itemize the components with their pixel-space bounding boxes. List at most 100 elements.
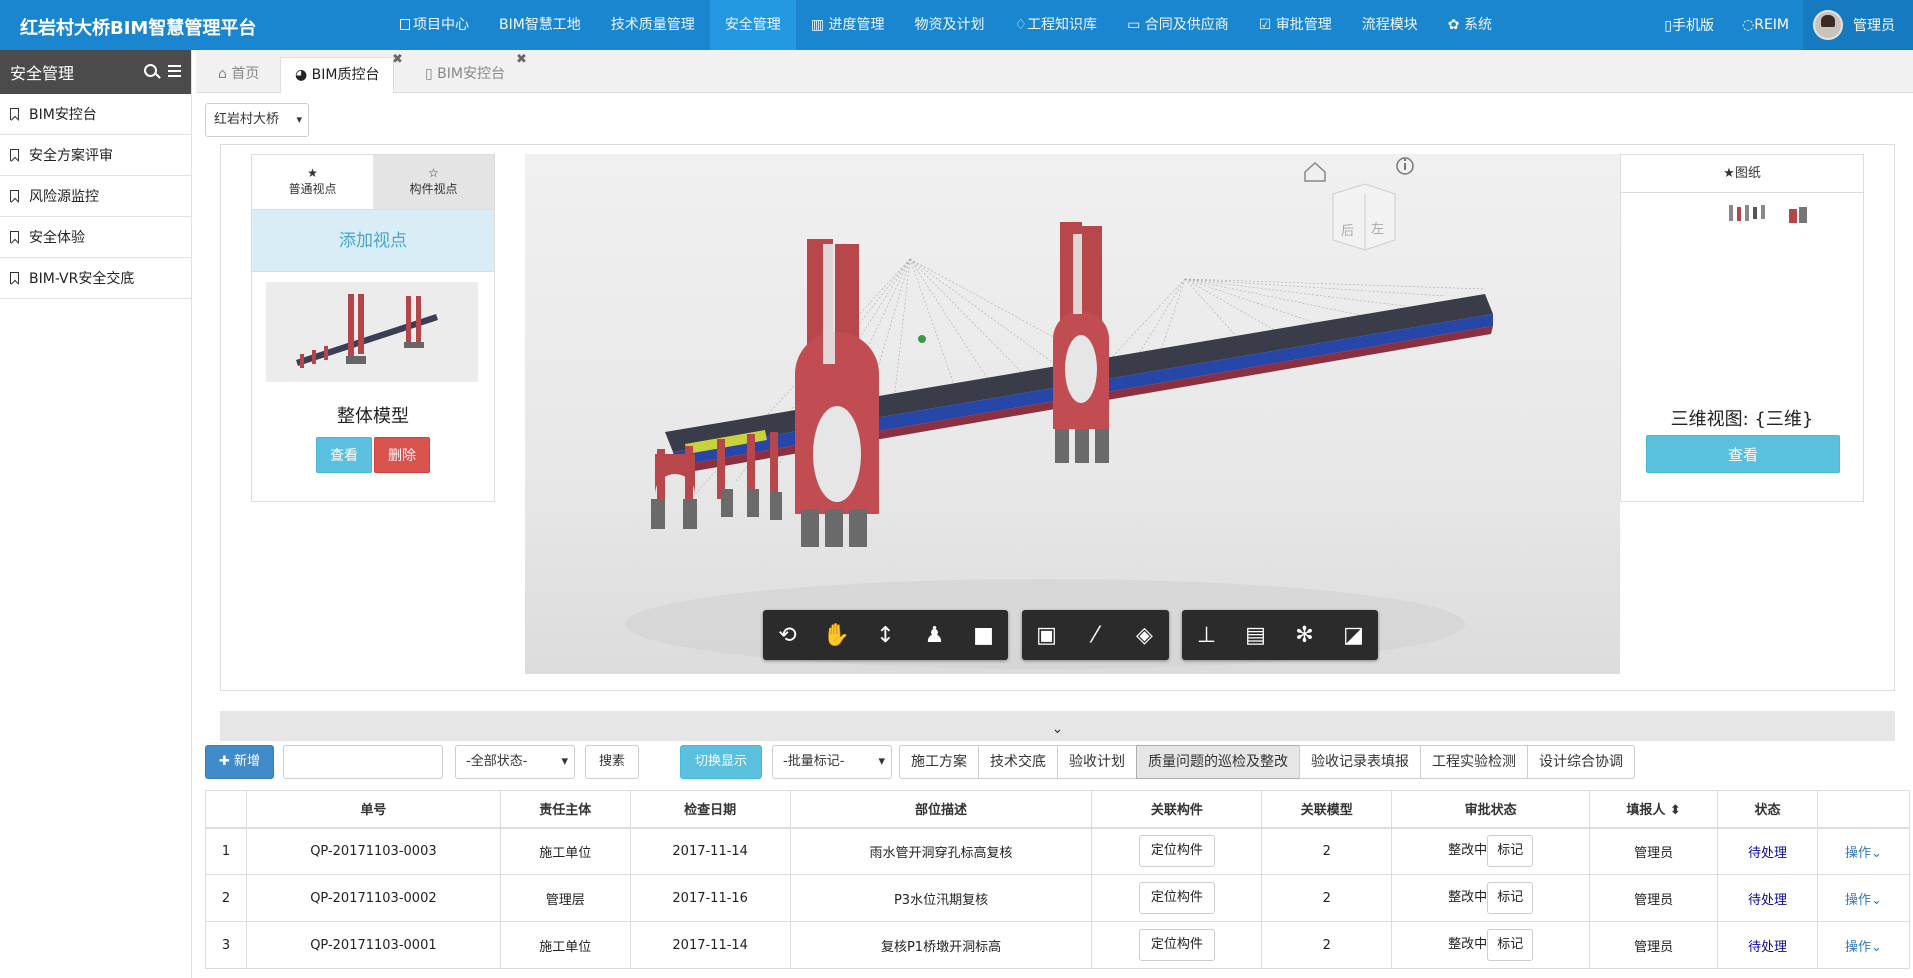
top-right-menu: ▯手机版 ◌REIM 管理员 bbox=[1650, 0, 1913, 50]
tab-home[interactable]: ⌂ 首页 bbox=[204, 57, 273, 93]
view-cube[interactable] bbox=[1332, 183, 1396, 251]
section-box-icon[interactable]: ▣ bbox=[1022, 610, 1071, 660]
switch-display-button[interactable]: 切换显示 bbox=[680, 745, 762, 779]
locate-component-button[interactable]: 定位构件 bbox=[1138, 882, 1215, 914]
row-index: 3 bbox=[205, 921, 247, 969]
explode-cube-icon[interactable]: ◈ bbox=[1120, 610, 1169, 660]
model-tree-icon[interactable]: ⊥ bbox=[1182, 610, 1231, 660]
add-viewpoint-button[interactable]: 添加视点 bbox=[252, 210, 494, 272]
col-header-reporter[interactable]: 填报人 ⬍ bbox=[1589, 790, 1719, 829]
collapse-toggle[interactable]: ⌄ bbox=[220, 711, 1895, 741]
bulb-icon: ♢ bbox=[1014, 17, 1028, 33]
sidebar-item-bim-vr[interactable]: BIM-VR安全交底 bbox=[0, 258, 191, 299]
nav-item-contracts[interactable]: ▭ 合同及供应商 bbox=[1112, 0, 1244, 50]
mobile-link[interactable]: ▯手机版 bbox=[1650, 15, 1728, 35]
nav-item-progress[interactable]: ▥ 进度管理 bbox=[796, 0, 900, 50]
nav-item-workflow[interactable]: 流程模块 bbox=[1347, 0, 1433, 50]
top-navbar: 红岩村大桥BIM智慧管理平台 项目中心 BIM智慧工地 技术质量管理 安全管理 … bbox=[0, 0, 1913, 50]
reim-link[interactable]: ◌REIM bbox=[1728, 17, 1803, 33]
filter-construction-plan[interactable]: 施工方案 bbox=[899, 745, 979, 779]
menu-icon[interactable] bbox=[168, 65, 181, 77]
settings-gear-icon[interactable]: ✻ bbox=[1280, 610, 1329, 660]
search-icon[interactable] bbox=[144, 64, 157, 77]
row-component-cell: 定位构件 bbox=[1091, 874, 1263, 922]
filter-tech-briefing[interactable]: 技术交底 bbox=[978, 745, 1058, 779]
filter-acceptance-records[interactable]: 验收记录表填报 bbox=[1299, 745, 1421, 779]
actions-dropdown[interactable]: 操作⌄ bbox=[1845, 940, 1882, 955]
sidebar-item-risk-monitor[interactable]: 风险源监控 bbox=[0, 176, 191, 217]
nav-item-materials[interactable]: 物资及计划 bbox=[900, 0, 1000, 50]
filter-lab-testing[interactable]: 工程实验检测 bbox=[1420, 745, 1528, 779]
table-row: 3 QP-20171103-0001 施工单位 2017-11-14 复核P1桥… bbox=[205, 921, 1911, 969]
home-icon[interactable] bbox=[1304, 161, 1326, 182]
drawings-card: ★图纸 三维视图: {三维} 查看 bbox=[1620, 154, 1864, 502]
add-button-label: 新增 bbox=[234, 754, 261, 769]
status-link[interactable]: 待处理 bbox=[1748, 940, 1787, 955]
view-viewpoint-button[interactable]: 查看 bbox=[316, 437, 372, 473]
camera-icon[interactable]: ■ bbox=[959, 610, 1008, 660]
fullscreen-icon[interactable]: ◪ bbox=[1329, 610, 1378, 660]
locate-component-button[interactable]: 定位构件 bbox=[1138, 835, 1215, 868]
nav-item-bim-site[interactable]: BIM智慧工地 bbox=[484, 0, 596, 50]
user-name: 管理员 bbox=[1853, 18, 1895, 34]
mark-button[interactable]: 标记 bbox=[1487, 882, 1534, 914]
mark-button[interactable]: 标记 bbox=[1487, 929, 1534, 961]
user-menu[interactable]: 管理员 bbox=[1803, 0, 1913, 50]
bookmark-icon bbox=[10, 272, 19, 284]
sidebar-item-bim-safety-console[interactable]: BIM安控台 bbox=[0, 94, 191, 135]
actions-dropdown[interactable]: 操作⌄ bbox=[1845, 846, 1882, 861]
row-date: 2017-11-16 bbox=[629, 874, 791, 922]
close-icon[interactable]: ✖ bbox=[392, 52, 403, 67]
tab-normal-viewpoint[interactable]: ★ 普通视点 bbox=[252, 155, 373, 209]
tab-bim-quality-console[interactable]: ◕ BIM质控台 bbox=[280, 57, 395, 93]
view-drawing-button[interactable]: 查看 bbox=[1646, 435, 1840, 473]
search-button[interactable]: 搜素 bbox=[585, 745, 639, 779]
row-party: 施工单位 bbox=[499, 827, 631, 875]
ruler-icon[interactable]: ⁄ bbox=[1071, 610, 1120, 660]
sidebar-item-safety-review[interactable]: 安全方案评审 bbox=[0, 135, 191, 176]
info-icon[interactable] bbox=[1396, 157, 1414, 175]
inspection-table: 单号 责任主体 检查日期 部位描述 关联构件 关联模型 审批状态 填报人 ⬍ 状… bbox=[205, 790, 1911, 969]
close-icon[interactable]: ✖ bbox=[516, 52, 527, 67]
batch-mark-select[interactable]: -批量标记- ▾ bbox=[772, 745, 892, 779]
tab-component-viewpoint[interactable]: ☆ 构件视点 bbox=[373, 155, 494, 209]
nav-item-tech-quality[interactable]: 技术质量管理 bbox=[596, 0, 710, 50]
pan-hand-icon[interactable]: ✋ bbox=[812, 610, 861, 660]
bim-3d-viewer[interactable]: 后 左 bbox=[525, 154, 1620, 674]
status-link[interactable]: 待处理 bbox=[1748, 893, 1787, 908]
actions-dropdown[interactable]: 操作⌄ bbox=[1845, 893, 1882, 908]
batch-select-value: -批量标记- bbox=[783, 754, 845, 769]
zoom-updown-icon[interactable]: ↕ bbox=[861, 610, 910, 660]
status-link[interactable]: 待处理 bbox=[1748, 846, 1787, 861]
chevron-down-icon: ⌄ bbox=[1871, 845, 1882, 861]
nav-item-system[interactable]: ✿ 系统 bbox=[1433, 0, 1507, 50]
properties-icon[interactable]: ▤ bbox=[1231, 610, 1280, 660]
col-header-party: 责任主体 bbox=[499, 790, 631, 829]
tab-bim-safety-console[interactable]: ▯ BIM安控台 bbox=[411, 57, 519, 93]
project-select[interactable]: 红岩村大桥 bbox=[205, 103, 309, 137]
sidebar-item-safety-experience[interactable]: 安全体验 bbox=[0, 217, 191, 258]
status-select[interactable]: -全部状态- ▾ bbox=[455, 745, 575, 779]
filter-quality-inspection[interactable]: 质量问题的巡检及整改 bbox=[1136, 745, 1300, 779]
search-input[interactable] bbox=[283, 745, 443, 779]
mark-button[interactable]: 标记 bbox=[1487, 835, 1534, 868]
nav-item-safety[interactable]: 安全管理 bbox=[709, 0, 796, 50]
app-title[interactable]: 红岩村大桥BIM智慧管理平台 bbox=[20, 14, 256, 40]
row-status-cell: 待处理 bbox=[1717, 827, 1818, 875]
col-header-reporter-label: 填报人 bbox=[1626, 803, 1666, 819]
filter-acceptance-plan[interactable]: 验收计划 bbox=[1057, 745, 1137, 779]
nav-item-knowledge[interactable]: ♢工程知识库 bbox=[1000, 0, 1113, 50]
nav-item-project-center[interactable]: 项目中心 bbox=[385, 0, 484, 50]
walk-person-icon[interactable]: ♟ bbox=[910, 610, 959, 660]
bookmark-icon bbox=[10, 108, 19, 120]
nav-item-approval[interactable]: ☑ 审批管理 bbox=[1244, 0, 1347, 50]
locate-component-button[interactable]: 定位构件 bbox=[1138, 929, 1215, 961]
delete-viewpoint-button[interactable]: 删除 bbox=[374, 437, 430, 473]
drawing-thumbnail-image[interactable] bbox=[1621, 199, 1865, 239]
viewpoint-thumbnail[interactable] bbox=[266, 282, 478, 382]
add-button[interactable]: ✚ 新增 bbox=[205, 745, 274, 779]
orbit-icon[interactable]: ⟲ bbox=[763, 610, 812, 660]
mobile-label: 手机版 bbox=[1672, 18, 1714, 34]
filter-design-coordination[interactable]: 设计综合协调 bbox=[1527, 745, 1635, 779]
tab-label: BIM安控台 bbox=[437, 66, 505, 82]
